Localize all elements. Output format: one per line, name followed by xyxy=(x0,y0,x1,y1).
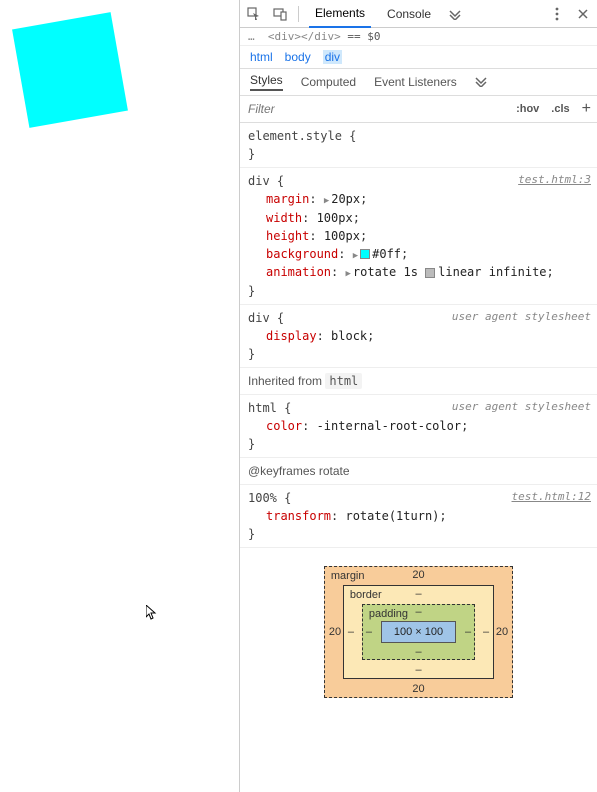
box-border[interactable]: border – – – – padding – – – – 100 × 100 xyxy=(343,585,494,679)
source-link[interactable]: test.html:3 xyxy=(518,172,591,189)
dom-snippet[interactable]: … <div></div> == $0 xyxy=(240,28,597,46)
div-rule-author[interactable]: test.html:3 div { margin: ▶20px; width: … xyxy=(240,168,597,305)
subtab-styles[interactable]: Styles xyxy=(250,73,283,91)
mouse-cursor xyxy=(146,605,158,625)
inherited-tag[interactable]: html xyxy=(325,373,362,389)
keyframe-rule[interactable]: test.html:12 100% { transform: rotate(1t… xyxy=(240,485,597,548)
selector: element.style { xyxy=(248,127,589,145)
breadcrumb-html[interactable]: html xyxy=(250,50,273,64)
inspect-icon[interactable] xyxy=(246,6,262,22)
hov-toggle[interactable]: :hov xyxy=(510,103,545,115)
color-swatch[interactable] xyxy=(360,249,370,259)
styles-body: element.style { } test.html:3 div { marg… xyxy=(240,123,597,792)
close-icon[interactable] xyxy=(575,6,591,22)
filter-input[interactable] xyxy=(240,96,510,122)
brace-close: } xyxy=(248,435,589,453)
more-tabs-icon[interactable] xyxy=(447,6,463,22)
tab-elements[interactable]: Elements xyxy=(309,0,371,28)
brace-close: } xyxy=(248,525,589,543)
brace-close: } xyxy=(248,145,589,163)
page-preview xyxy=(0,0,239,792)
element-style-rule[interactable]: element.style { } xyxy=(240,123,597,168)
devtools-panel: Elements Console … <div></div> == $0 htm… xyxy=(239,0,597,792)
toolbar-separator xyxy=(298,6,299,22)
device-toggle-icon[interactable] xyxy=(272,6,288,22)
tab-console[interactable]: Console xyxy=(381,0,437,28)
more-subtabs-icon[interactable] xyxy=(475,75,487,90)
box-content[interactable]: 100 × 100 xyxy=(381,621,456,643)
brace-close: } xyxy=(248,282,589,300)
breadcrumb-div[interactable]: div xyxy=(323,50,342,64)
subtab-computed[interactable]: Computed xyxy=(301,75,356,89)
expand-icon[interactable]: ▶ xyxy=(324,196,329,206)
source-label: user agent stylesheet xyxy=(452,309,591,326)
box-padding[interactable]: padding – – – – 100 × 100 xyxy=(362,604,475,660)
animated-div[interactable] xyxy=(12,12,128,128)
box-margin[interactable]: margin 20 20 20 20 border – – – – paddin… xyxy=(324,566,513,698)
breadcrumb-body[interactable]: body xyxy=(285,50,311,64)
styles-filter-row: :hov .cls + xyxy=(240,96,597,123)
breadcrumb: html body div xyxy=(240,46,597,69)
source-link[interactable]: test.html:12 xyxy=(512,489,591,506)
styles-subtabs: Styles Computed Event Listeners xyxy=(240,69,597,96)
devtools-toolbar: Elements Console xyxy=(240,0,597,28)
timing-swatch[interactable] xyxy=(425,268,435,278)
new-rule-button[interactable]: + xyxy=(576,100,597,118)
html-rule-ua[interactable]: user agent stylesheet html { color: -int… xyxy=(240,395,597,458)
brace-close: } xyxy=(248,345,589,363)
cls-toggle[interactable]: .cls xyxy=(545,103,575,115)
kebab-menu-icon[interactable] xyxy=(549,6,565,22)
div-rule-ua[interactable]: user agent stylesheet div { display: blo… xyxy=(240,305,597,368)
keyframes-header: @keyframes rotate xyxy=(240,458,597,485)
box-model[interactable]: margin 20 20 20 20 border – – – – paddin… xyxy=(240,548,597,738)
expand-icon[interactable]: ▶ xyxy=(345,269,350,279)
inherited-header: Inherited from html xyxy=(240,368,597,395)
expand-icon[interactable]: ▶ xyxy=(353,251,358,261)
subtab-event-listeners[interactable]: Event Listeners xyxy=(374,75,457,89)
source-label: user agent stylesheet xyxy=(452,399,591,416)
